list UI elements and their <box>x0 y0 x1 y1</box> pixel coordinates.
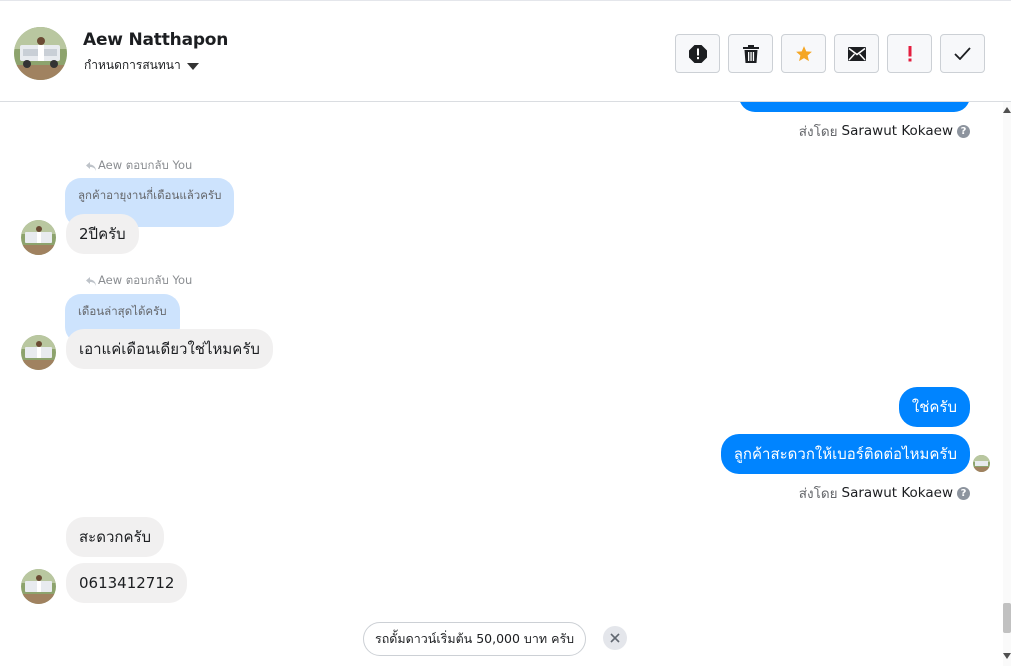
reply-label-text: Aew ตอบกลับ You <box>98 158 193 172</box>
mark-unread-button[interactable] <box>834 34 879 73</box>
header-actions <box>675 34 985 73</box>
sent-by-label: ส่งโดย Sarawut Kokaew ? <box>799 482 970 504</box>
report-button[interactable] <box>675 34 720 73</box>
message-bubble-incoming[interactable]: 0613412712 <box>66 563 188 603</box>
checkmark-icon <box>954 47 971 60</box>
exclamation-icon <box>908 45 911 61</box>
help-icon[interactable]: ? <box>957 486 970 500</box>
conversation-settings-dropdown[interactable]: กำหนดการสนทนา <box>84 56 199 75</box>
dismiss-suggestion-button[interactable] <box>603 626 627 650</box>
caret-down-icon <box>186 63 199 70</box>
avatar[interactable] <box>21 569 56 604</box>
help-icon[interactable]: ? <box>957 124 970 138</box>
message-bubble-outgoing-clipped[interactable] <box>739 102 970 112</box>
message-bubble-incoming[interactable]: 2ปีครับ <box>66 214 139 254</box>
reply-arrow-icon <box>86 161 96 171</box>
sent-by-prefix: ส่งโดย <box>798 486 838 502</box>
reply-label: Aew ตอบกลับ You <box>86 157 192 175</box>
conversation-settings-label: กำหนดการสนทนา <box>84 58 181 72</box>
message-thread[interactable]: ส่งโดย Sarawut Kokaew ? Aew ตอบกลับ You … <box>0 102 1003 666</box>
mark-done-button[interactable] <box>940 34 985 73</box>
sent-by-label: ส่งโดย Sarawut Kokaew ? <box>799 120 970 142</box>
avatar[interactable] <box>21 220 56 255</box>
trash-icon <box>742 44 759 63</box>
star-button[interactable] <box>781 34 826 73</box>
seen-avatar <box>973 455 990 472</box>
scrollbar-thumb[interactable] <box>1003 603 1011 633</box>
scroll-up-arrow-icon[interactable] <box>1003 104 1011 116</box>
envelope-icon <box>847 46 866 61</box>
avatar[interactable] <box>14 27 67 80</box>
suggested-reply-chip[interactable]: รถดั้มดาวน์เริ่มต้น 50,000 บาท ครับ <box>363 622 587 656</box>
sender-name: Sarawut Kokaew <box>841 123 954 139</box>
message-bubble-incoming[interactable]: สะดวกครับ <box>66 517 165 557</box>
message-bubble-outgoing[interactable]: ใช่ครับ <box>898 387 970 427</box>
message-bubble-incoming[interactable]: เอาแค่เดือนเดียวใช่ไหมครับ <box>66 329 273 369</box>
conversation-header: Aew Natthapon กำหนดการสนทนา <box>0 0 1011 102</box>
report-icon <box>688 44 707 63</box>
scrollbar[interactable] <box>1003 102 1011 666</box>
scroll-down-arrow-icon[interactable] <box>1003 650 1011 662</box>
avatar[interactable] <box>21 335 56 370</box>
mark-spam-button[interactable] <box>887 34 932 73</box>
sender-name: Sarawut Kokaew <box>841 485 954 501</box>
star-icon <box>795 45 812 61</box>
close-icon <box>610 633 620 643</box>
message-bubble-outgoing[interactable]: ลูกค้าสะดวกให้เบอร์ติดต่อไหมครับ <box>720 434 970 474</box>
sent-by-prefix: ส่งโดย <box>798 124 838 140</box>
reply-label-text: Aew ตอบกลับ You <box>98 273 193 287</box>
delete-button[interactable] <box>728 34 773 73</box>
reply-label: Aew ตอบกลับ You <box>86 272 192 290</box>
reply-arrow-icon <box>86 276 96 286</box>
contact-name: Aew Natthapon <box>83 30 229 50</box>
